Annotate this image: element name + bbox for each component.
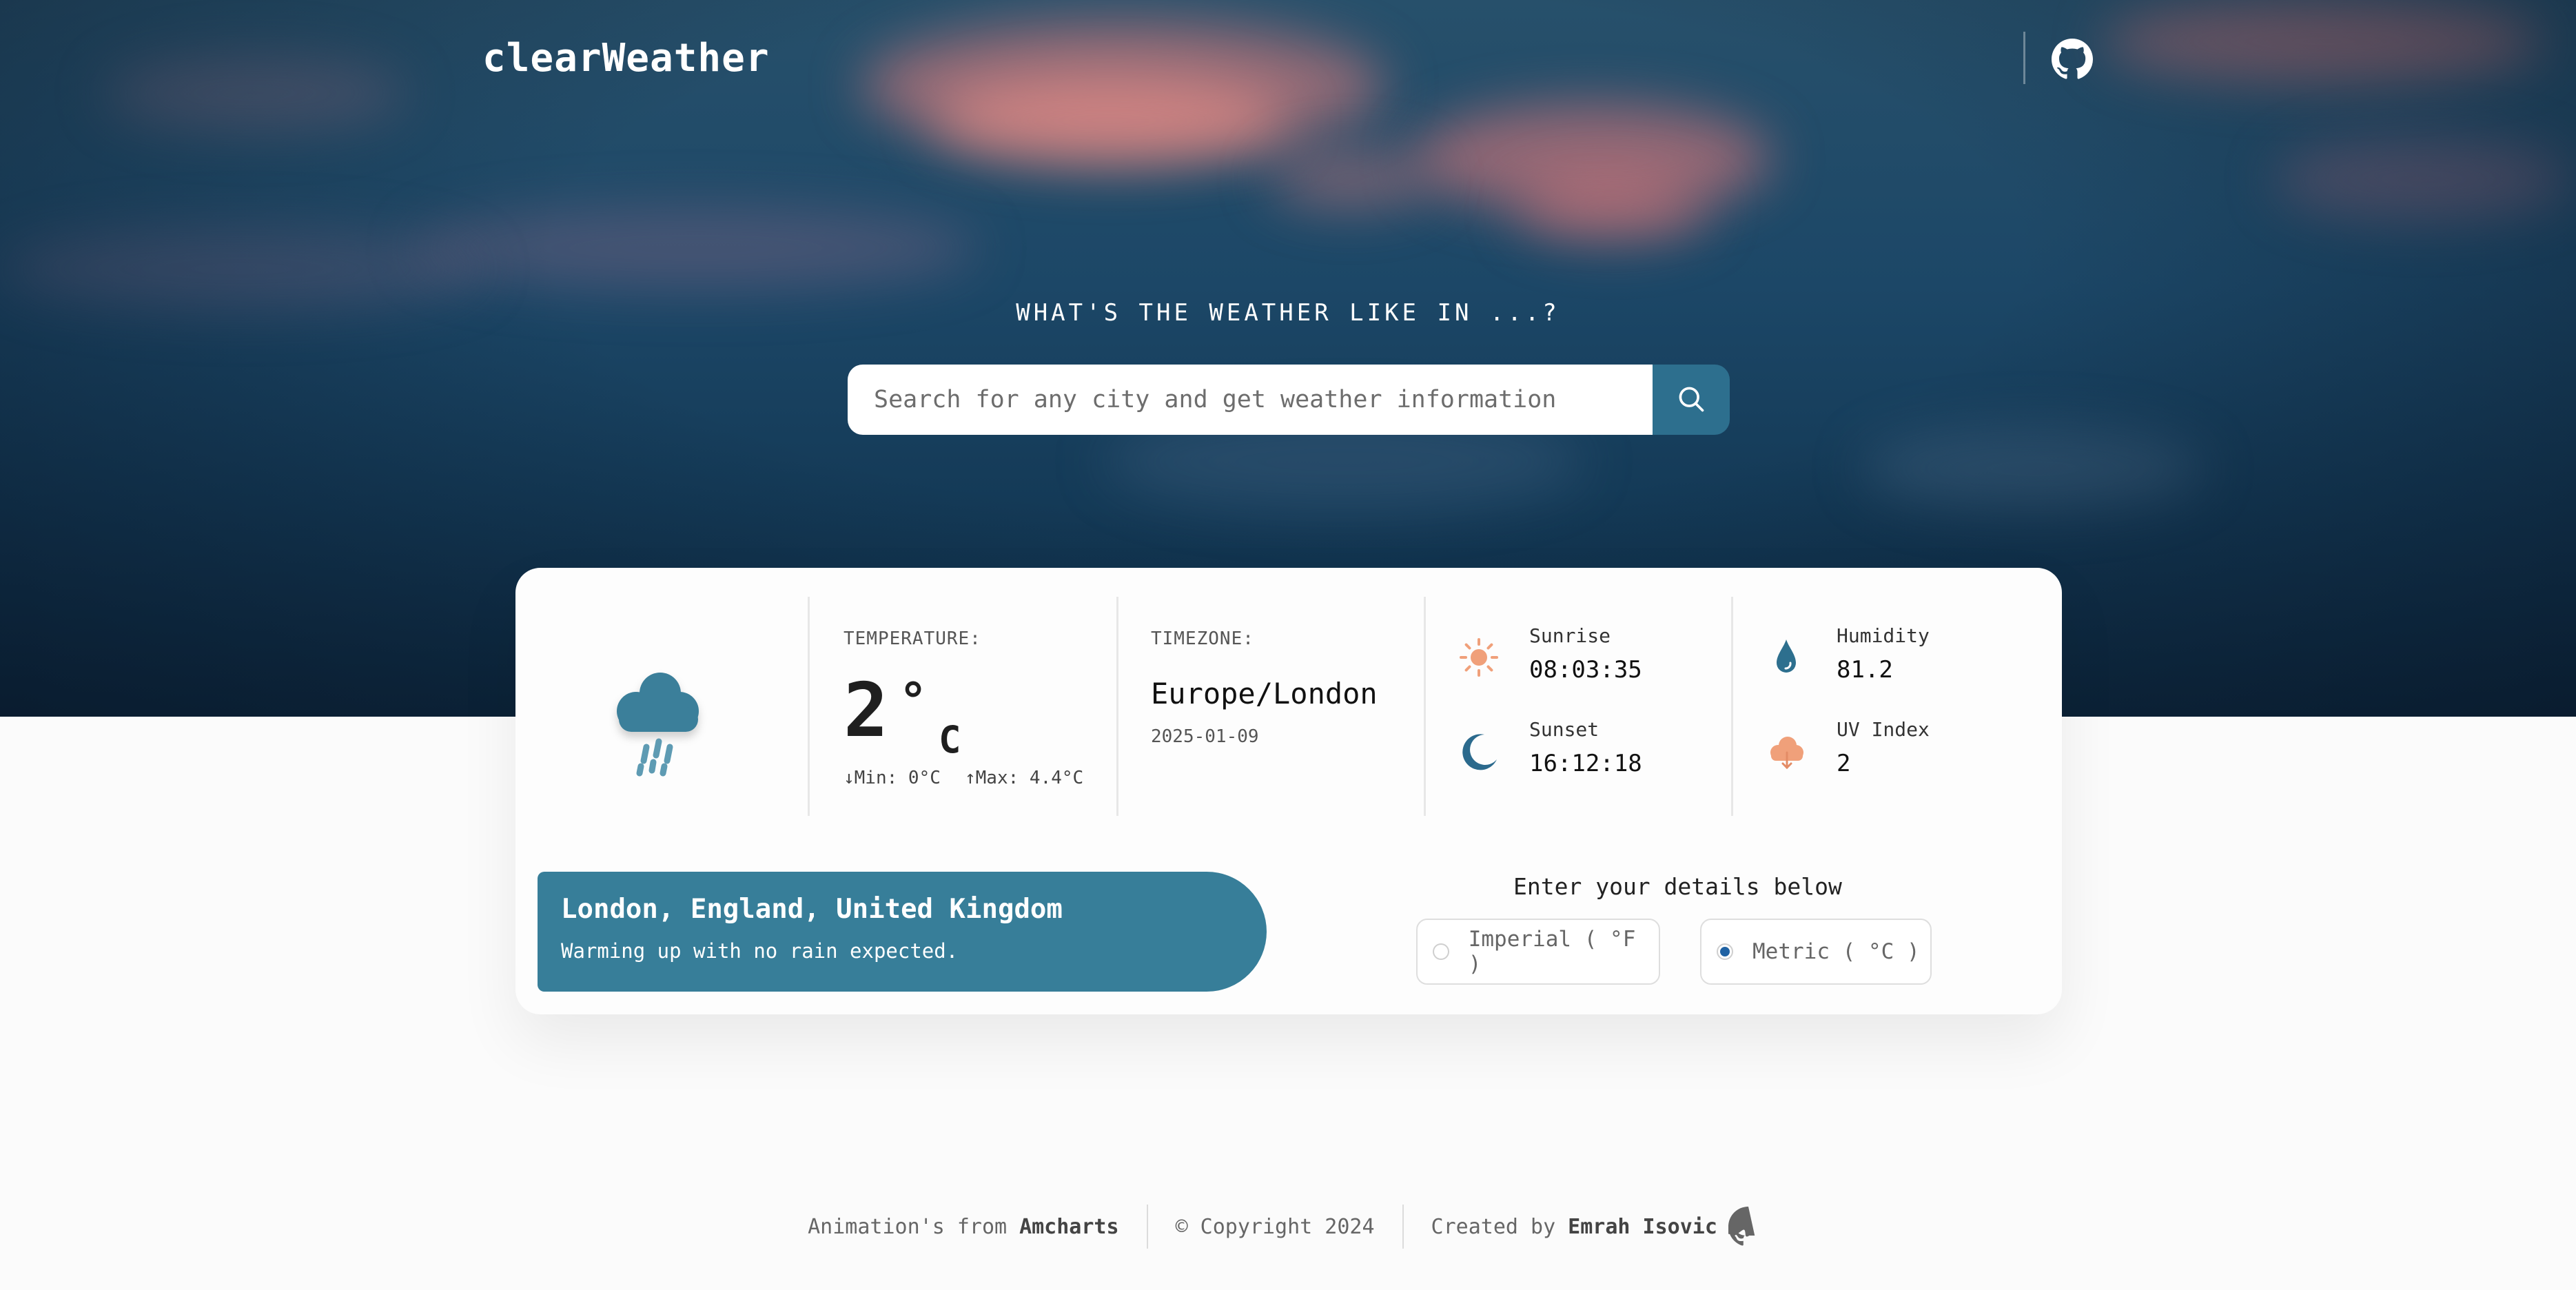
created-by-text: Created by [1431,1214,1556,1239]
uv-cloud-icon [1764,729,1808,773]
humidity-drop-icon [1764,635,1808,679]
column-divider [1424,597,1426,816]
footer-copyright: © Copyright 2024 [1175,1214,1375,1239]
weather-card: TEMPERATURE: 2 ° C ↓Min: 0°C ↑Max: 4.4°C… [515,568,2062,1014]
timezone-label: TIMEZONE: [1151,628,1254,649]
moon-icon [1457,729,1501,773]
temperature-unit: C [939,718,961,761]
author-link[interactable]: Emrah Isovic [1568,1215,1717,1239]
imperial-label: Imperial ( °F ) [1468,927,1636,976]
column-divider [1731,597,1733,816]
temperature-max: ↑Max: 4.4°C [965,768,1084,788]
timezone-value: Europe/London [1151,677,1378,710]
metric-radio[interactable] [1717,943,1733,960]
sunrise-value: 08:03:35 [1529,656,1642,684]
search-bar [848,365,1730,435]
column-divider [808,597,810,816]
date-value: 2025-01-09 [1151,726,1259,747]
footer-animations: Animation's from Amcharts [780,1205,1146,1249]
footer-author: Created by Emrah Isovic [1404,1205,1796,1249]
sunrise-label: Sunrise [1529,624,1611,647]
details-title: Enter your details below [1513,873,1842,900]
hero-question: WHAT'S THE WEATHER LIKE IN ...? [1016,299,1560,327]
github-icon[interactable] [1728,1207,1768,1247]
humidity-label: Humidity [1837,624,1930,647]
uv-index-value: 2 [1837,750,1851,777]
sun-icon [1457,635,1501,679]
column-divider [1116,597,1118,816]
temperature-value: 2 [844,668,889,754]
humidity-value: 81.2 [1837,656,1893,684]
brand-logo[interactable]: clearWeather [482,36,770,81]
degree-symbol: ° [899,673,928,729]
imperial-option[interactable]: Imperial ( °F ) [1416,919,1660,985]
temperature-label: TEMPERATURE: [844,628,981,649]
search-input[interactable] [848,365,1653,435]
github-icon[interactable] [2052,39,2093,80]
amcharts-link[interactable]: Amcharts [1019,1215,1119,1239]
animations-text: Animation's from [808,1214,1008,1239]
metric-option[interactable]: Metric ( °C ) [1700,919,1932,985]
sunset-label: Sunset [1529,718,1599,741]
rain-cloud-icon [598,657,715,781]
temperature-min: ↓Min: 0°C [844,768,941,788]
search-button[interactable] [1653,365,1730,435]
nav-divider [2023,32,2025,84]
location-banner: London, England, United Kingdom Warming … [538,872,1267,992]
imperial-radio[interactable] [1433,943,1449,960]
sunset-value: 16:12:18 [1529,750,1642,777]
weather-description: Warming up with no rain expected. [561,939,959,963]
location-name: London, England, United Kingdom [561,894,1063,925]
search-icon [1676,384,1706,416]
uv-index-label: UV Index [1837,718,1930,741]
footer: Animation's from Amcharts © Copyright 20… [0,1202,2576,1251]
metric-label: Metric ( °C ) [1752,939,1920,964]
